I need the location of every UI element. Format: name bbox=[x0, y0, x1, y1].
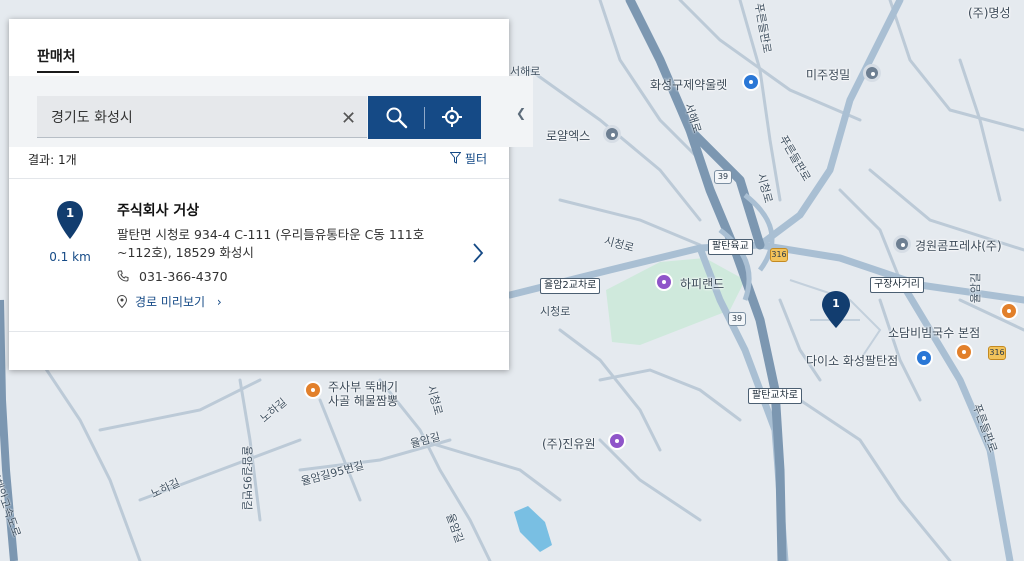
building-icon[interactable] bbox=[603, 125, 621, 143]
junction-paltan-cross: 팔탄교차로 bbox=[748, 388, 802, 404]
label-sodam: 소담비빔국수 본점 bbox=[888, 326, 981, 340]
locate-me-button[interactable] bbox=[425, 96, 481, 139]
search-icon bbox=[386, 107, 408, 129]
divider bbox=[9, 331, 509, 332]
search-bar: ✕ bbox=[9, 76, 533, 147]
label-mijujeongmil: 미주정밀 bbox=[806, 68, 851, 82]
result-distance: 0.1 km bbox=[49, 250, 91, 264]
road-yulam95-vert: 율암길95번길 bbox=[240, 445, 254, 511]
restaurant-icon[interactable] bbox=[955, 343, 973, 361]
chevron-left-icon: ❮ bbox=[515, 106, 527, 120]
route-39: 39 bbox=[728, 312, 746, 326]
chevron-right-small-icon: › bbox=[216, 295, 222, 309]
map-marker-number: 1 bbox=[832, 297, 840, 310]
clear-icon[interactable]: ✕ bbox=[341, 108, 356, 129]
collapse-panel-button[interactable]: ❮ bbox=[509, 79, 533, 147]
search-input[interactable] bbox=[37, 96, 367, 138]
building-icon[interactable] bbox=[863, 64, 881, 82]
label-royal-ex: 로얄엑스 bbox=[546, 129, 591, 143]
result-pin-number: 1 bbox=[65, 206, 75, 220]
store-icon[interactable] bbox=[742, 73, 760, 91]
route-39: 39 bbox=[714, 170, 732, 184]
building-icon[interactable] bbox=[893, 235, 911, 253]
label-happyland: 하피랜드 bbox=[680, 277, 725, 291]
label-daiso: 다이소 화성팔탄점 bbox=[806, 354, 899, 368]
panel-header: 판매처 bbox=[9, 19, 509, 76]
result-phone[interactable]: 031-366-4370 bbox=[139, 269, 228, 284]
label-myeongseong: (주)명성 bbox=[968, 6, 1011, 20]
result-card[interactable]: 1 0.1 km 주식회사 거상 팔탄면 시청로 934-4 C-111 (우리… bbox=[9, 179, 509, 331]
road-right-vertical: 율암길 bbox=[969, 272, 983, 304]
route-316: 316 bbox=[770, 248, 788, 262]
result-phone-row: 031-366-4370 bbox=[117, 269, 228, 284]
route-preview-label: 경로 미리보기 bbox=[135, 295, 206, 309]
route-preview-link[interactable]: 경로 미리보기 › bbox=[116, 293, 222, 310]
label-jusabu-2: 사골 해물짬뽕 bbox=[328, 394, 399, 408]
restaurant-icon[interactable] bbox=[1000, 302, 1018, 320]
road-sicheongro: 시청로 bbox=[540, 305, 571, 318]
factory-icon[interactable] bbox=[608, 432, 626, 450]
results-count: 결과: 1개 bbox=[28, 153, 77, 167]
route-316: 316 bbox=[988, 346, 1006, 360]
tab-sellers[interactable]: 판매처 bbox=[37, 46, 76, 66]
search-button-group bbox=[368, 96, 481, 139]
tab-underline bbox=[37, 71, 79, 73]
filter-icon bbox=[449, 152, 462, 164]
filter-button[interactable]: 필터 bbox=[449, 150, 487, 167]
label-hwaseong-pharm: 화성구제약울렛 bbox=[650, 78, 728, 92]
results-header: 결과: 1개 필터 bbox=[9, 147, 509, 177]
restaurant-icon[interactable] bbox=[304, 381, 322, 399]
label-gyeongwon: 경원콤프레샤(주) bbox=[915, 239, 1002, 253]
result-address: 팔탄면 시청로 934-4 C-111 (우리들유통타운 C동 111호~112… bbox=[117, 227, 425, 260]
junction-paltan-ic: 팔탄육교 bbox=[708, 239, 753, 255]
junction-gujang: 구장사거리 bbox=[870, 277, 924, 293]
map-pin-icon bbox=[116, 294, 128, 309]
result-detail-button[interactable] bbox=[471, 241, 485, 269]
store-icon[interactable] bbox=[915, 349, 933, 367]
junction-yulam2: 율암2교차로 bbox=[540, 278, 601, 294]
search-button[interactable] bbox=[368, 96, 424, 139]
label-jinyuwon: (주)진유원 bbox=[542, 437, 596, 451]
phone-icon bbox=[117, 270, 129, 282]
filter-label: 필터 bbox=[464, 152, 487, 166]
chevron-right-icon bbox=[473, 243, 484, 263]
store-locator-panel: 판매처 ✕ bbox=[9, 19, 533, 370]
attraction-icon[interactable] bbox=[655, 273, 673, 291]
result-name: 주식회사 거상 bbox=[117, 203, 200, 219]
result-pin: 1 bbox=[57, 201, 83, 239]
crosshair-icon bbox=[442, 107, 462, 127]
